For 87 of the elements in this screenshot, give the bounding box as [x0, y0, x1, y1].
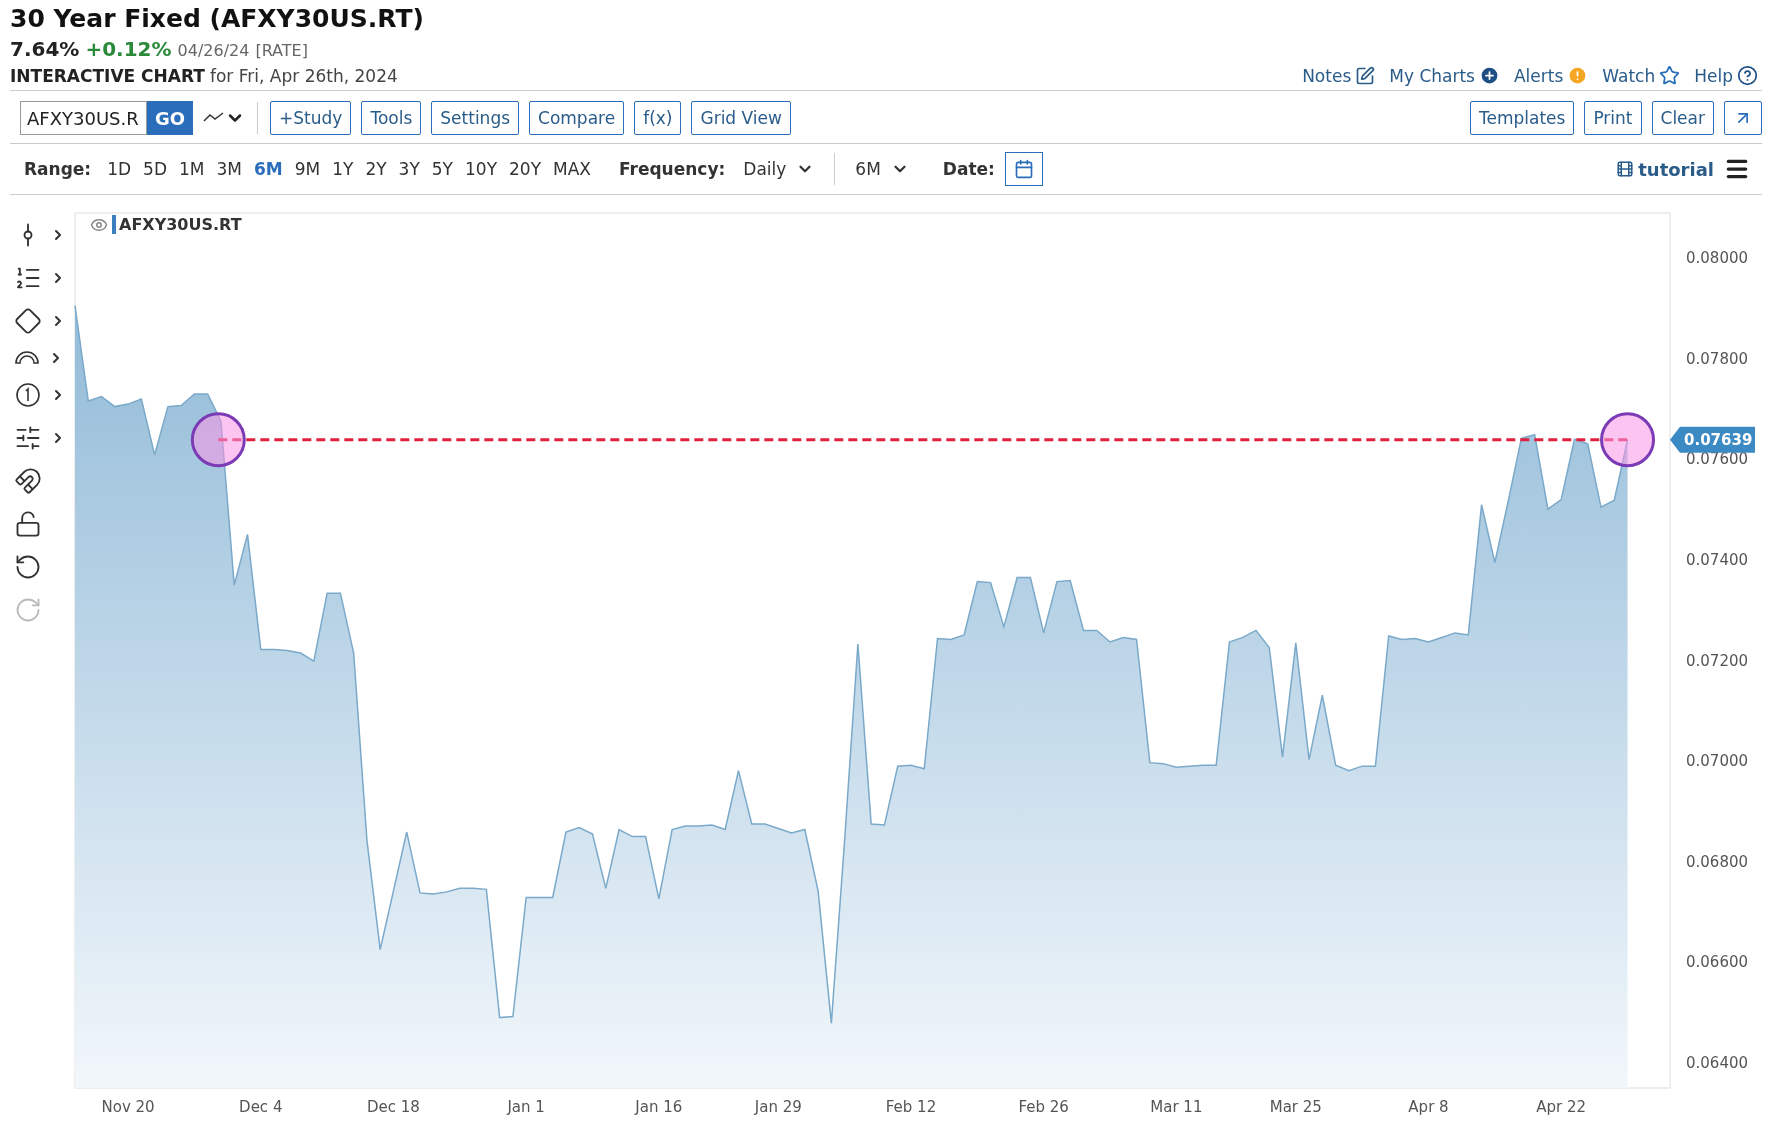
highlight-circle [1600, 412, 1656, 468]
toolbar-button[interactable]: Tools [361, 101, 422, 135]
x-axis-label: Feb 12 [885, 1098, 937, 1116]
x-axis-label: Jan 29 [754, 1098, 802, 1116]
drawing-tool-button[interactable] [14, 510, 42, 538]
help-icon [1737, 65, 1758, 86]
toolbar-button[interactable]: +Study [270, 101, 352, 135]
unlock-icon [14, 510, 42, 538]
range-option[interactable]: 1Y [326, 159, 360, 179]
y-axis-label: 0.08000 [1686, 249, 1749, 268]
legend-label: AFXY30US.RT [112, 215, 242, 234]
range-option[interactable]: MAX [547, 159, 597, 179]
range-option[interactable]: 3M [210, 159, 248, 179]
y-axis-label: 0.06400 [1686, 1053, 1749, 1072]
x-axis-label: Jan 1 [507, 1098, 545, 1116]
toolbar-button[interactable]: f(x) [634, 101, 682, 135]
page-title: 30 Year Fixed (AFXY30US.RT) [10, 4, 425, 33]
range-option[interactable]: 2Y [359, 159, 393, 179]
undo-icon [14, 553, 42, 581]
y-axis-label: 0.07600 [1686, 450, 1749, 469]
y-axis-label: 0.07200 [1686, 651, 1749, 670]
range-label: Range: [24, 159, 92, 179]
x-axis-label: Apr 8 [1408, 1098, 1449, 1116]
toolbar-button[interactable]: Settings [431, 101, 520, 135]
highlight-circle [190, 412, 246, 468]
header-link[interactable]: My Charts [1389, 65, 1500, 86]
x-axis-label: Jan 16 [635, 1098, 683, 1116]
drawing-tool-button[interactable] [14, 467, 42, 495]
x-axis-label: Dec 18 [367, 1098, 420, 1116]
last-value: 7.64% [10, 37, 80, 61]
range-option[interactable]: 5Y [425, 159, 459, 179]
magnet-icon [14, 467, 42, 495]
range-option[interactable]: 20Y [503, 159, 548, 179]
chart-heading: INTERACTIVE CHART [10, 65, 205, 86]
star-icon [1659, 65, 1681, 86]
toolbar-button[interactable]: Grid View [691, 101, 791, 135]
header-link[interactable]: Notes [1302, 65, 1376, 86]
frequency-dropdown[interactable]: Daily [735, 159, 823, 179]
quote-type: [RATE] [255, 41, 308, 60]
y-axis-label: 0.07800 [1686, 349, 1749, 368]
header-link[interactable]: Alerts [1513, 65, 1589, 86]
add-icon [1478, 65, 1500, 86]
symbol-field[interactable]: AFXY30US.R [20, 101, 147, 135]
range-option[interactable]: 5D [137, 159, 173, 179]
shape-tool-icon [14, 307, 42, 335]
y-axis-label: 0.07400 [1686, 551, 1749, 569]
range-option[interactable]: 1M [173, 159, 211, 179]
toolbar-button[interactable]: Compare [529, 101, 625, 135]
calendar-button[interactable] [1004, 152, 1043, 186]
range-option[interactable]: 9M [288, 159, 327, 179]
expand-button[interactable] [1724, 101, 1762, 135]
toolbar-button[interactable]: Templates [1470, 101, 1575, 135]
toolbar-button[interactable]: Print [1584, 101, 1642, 135]
range-option[interactable]: 6M [247, 159, 289, 179]
range-option[interactable]: 3Y [392, 159, 426, 179]
toolbar-button[interactable]: Clear [1651, 101, 1714, 135]
x-axis-label: Dec 4 [239, 1098, 283, 1116]
period-dropdown[interactable]: 6M [847, 159, 917, 179]
y-axis-label: 0.06800 [1686, 852, 1749, 871]
pencil-icon [1355, 65, 1376, 86]
range-option[interactable]: 1D [101, 159, 138, 179]
x-axis-label: Mar 11 [1150, 1098, 1203, 1116]
tutorial-link[interactable]: tutorial [1616, 158, 1714, 180]
y-axis-label: 0.06600 [1686, 953, 1749, 972]
change-value: +0.12% [85, 37, 172, 61]
film-icon [1616, 160, 1635, 178]
redo-icon [14, 596, 42, 624]
arc-tool-icon [14, 351, 40, 365]
alert-icon [1567, 65, 1589, 86]
date-label: Date: [942, 159, 995, 179]
calendar-icon [1013, 159, 1034, 179]
x-axis-label: Mar 25 [1269, 1098, 1322, 1116]
numbered-circle-icon [14, 381, 42, 409]
frequency-label: Frequency: [619, 159, 726, 179]
drawing-tool-button[interactable] [14, 553, 42, 581]
range-option[interactable]: 10Y [459, 159, 504, 179]
price-tag: 0.07639 [1670, 426, 1755, 453]
header-link[interactable]: Watch [1602, 65, 1681, 86]
measure-tool-icon [14, 424, 42, 452]
go-button[interactable]: GO [147, 101, 194, 135]
y-axis-label: 0.07000 [1686, 752, 1749, 771]
x-axis-label: Apr 22 [1536, 1098, 1587, 1116]
x-axis-label: Nov 20 [101, 1098, 155, 1116]
x-axis-label: Feb 26 [1018, 1098, 1069, 1116]
chart-date: for Fri, Apr 26th, 2024 [210, 65, 398, 86]
quote-date: 04/26/24 [177, 41, 250, 60]
header-link[interactable]: Help [1694, 65, 1758, 86]
